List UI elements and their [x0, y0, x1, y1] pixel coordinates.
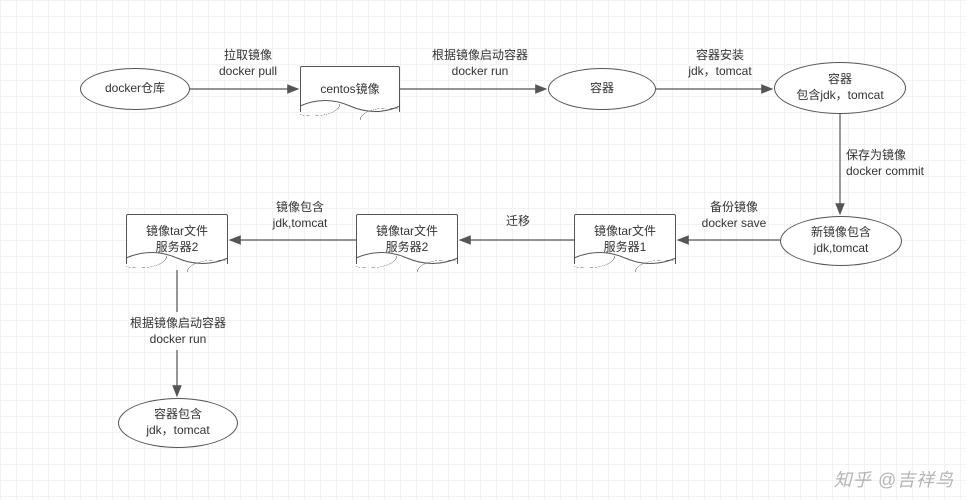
edge-label-text: jdk,tomcat: [258, 216, 342, 232]
edge-label-text: docker save: [692, 216, 776, 232]
node-container-with-jdk-tomcat: 容器 包含jdk，tomcat: [774, 62, 906, 114]
edge-label-contains: 镜像包含 jdk,tomcat: [258, 200, 342, 231]
node-label: jdk,tomcat: [814, 241, 869, 257]
node-label: 容器包含: [154, 407, 202, 423]
edge-label-install: 容器安装 jdk，tomcat: [672, 48, 768, 79]
node-docker-repo: docker仓库: [80, 68, 190, 110]
edge-label-text: docker commit: [846, 164, 956, 180]
node-label: 镜像tar文件: [146, 224, 208, 240]
edge-label-text: 根据镜像启动容器: [420, 48, 540, 64]
node-label: 容器: [590, 81, 614, 97]
edge-label-save: 备份镜像 docker save: [692, 200, 776, 231]
node-final-container: 容器包含 jdk，tomcat: [118, 398, 238, 448]
node-container: 容器: [548, 68, 656, 110]
edge-label-run1: 根据镜像启动容器 docker run: [420, 48, 540, 79]
edge-label-text: 容器安装: [672, 48, 768, 64]
node-new-image: 新镜像包含 jdk,tomcat: [780, 216, 902, 266]
edge-label-text: jdk，tomcat: [672, 64, 768, 80]
node-label: 镜像tar文件: [376, 224, 438, 240]
edge-label-text: 根据镜像启动容器: [118, 316, 238, 332]
node-label: 新镜像包含: [811, 225, 871, 241]
node-tar-server2-left: 镜像tar文件 服务器2: [126, 214, 228, 264]
edge-label-text: docker run: [420, 64, 540, 80]
edge-label-migrate: 迁移: [498, 214, 538, 230]
node-label: 镜像tar文件: [594, 224, 656, 240]
node-centos-image: centos镜像: [300, 66, 400, 112]
edge-label-text: 保存为镜像: [846, 148, 956, 164]
edge-label-text: 迁移: [498, 214, 538, 230]
node-label: docker仓库: [105, 81, 165, 97]
node-label: 包含jdk，tomcat: [796, 88, 883, 104]
node-label: 容器: [828, 72, 852, 88]
edge-label-run2: 根据镜像启动容器 docker run: [118, 316, 238, 347]
edge-label-text: 镜像包含: [258, 200, 342, 216]
watermark: 知乎 @吉祥鸟: [834, 466, 954, 492]
edge-label-pull: 拉取镜像 docker pull: [206, 48, 290, 79]
node-label: jdk，tomcat: [146, 423, 209, 439]
edge-label-commit: 保存为镜像 docker commit: [846, 148, 956, 179]
edge-label-text: docker pull: [206, 64, 290, 80]
node-tar-server2-mid: 镜像tar文件 服务器2: [356, 214, 458, 264]
edge-label-text: 备份镜像: [692, 200, 776, 216]
edge-label-text: 拉取镜像: [206, 48, 290, 64]
node-label: centos镜像: [320, 82, 379, 98]
edge-label-text: docker run: [118, 332, 238, 348]
node-tar-server1: 镜像tar文件 服务器1: [574, 214, 676, 264]
